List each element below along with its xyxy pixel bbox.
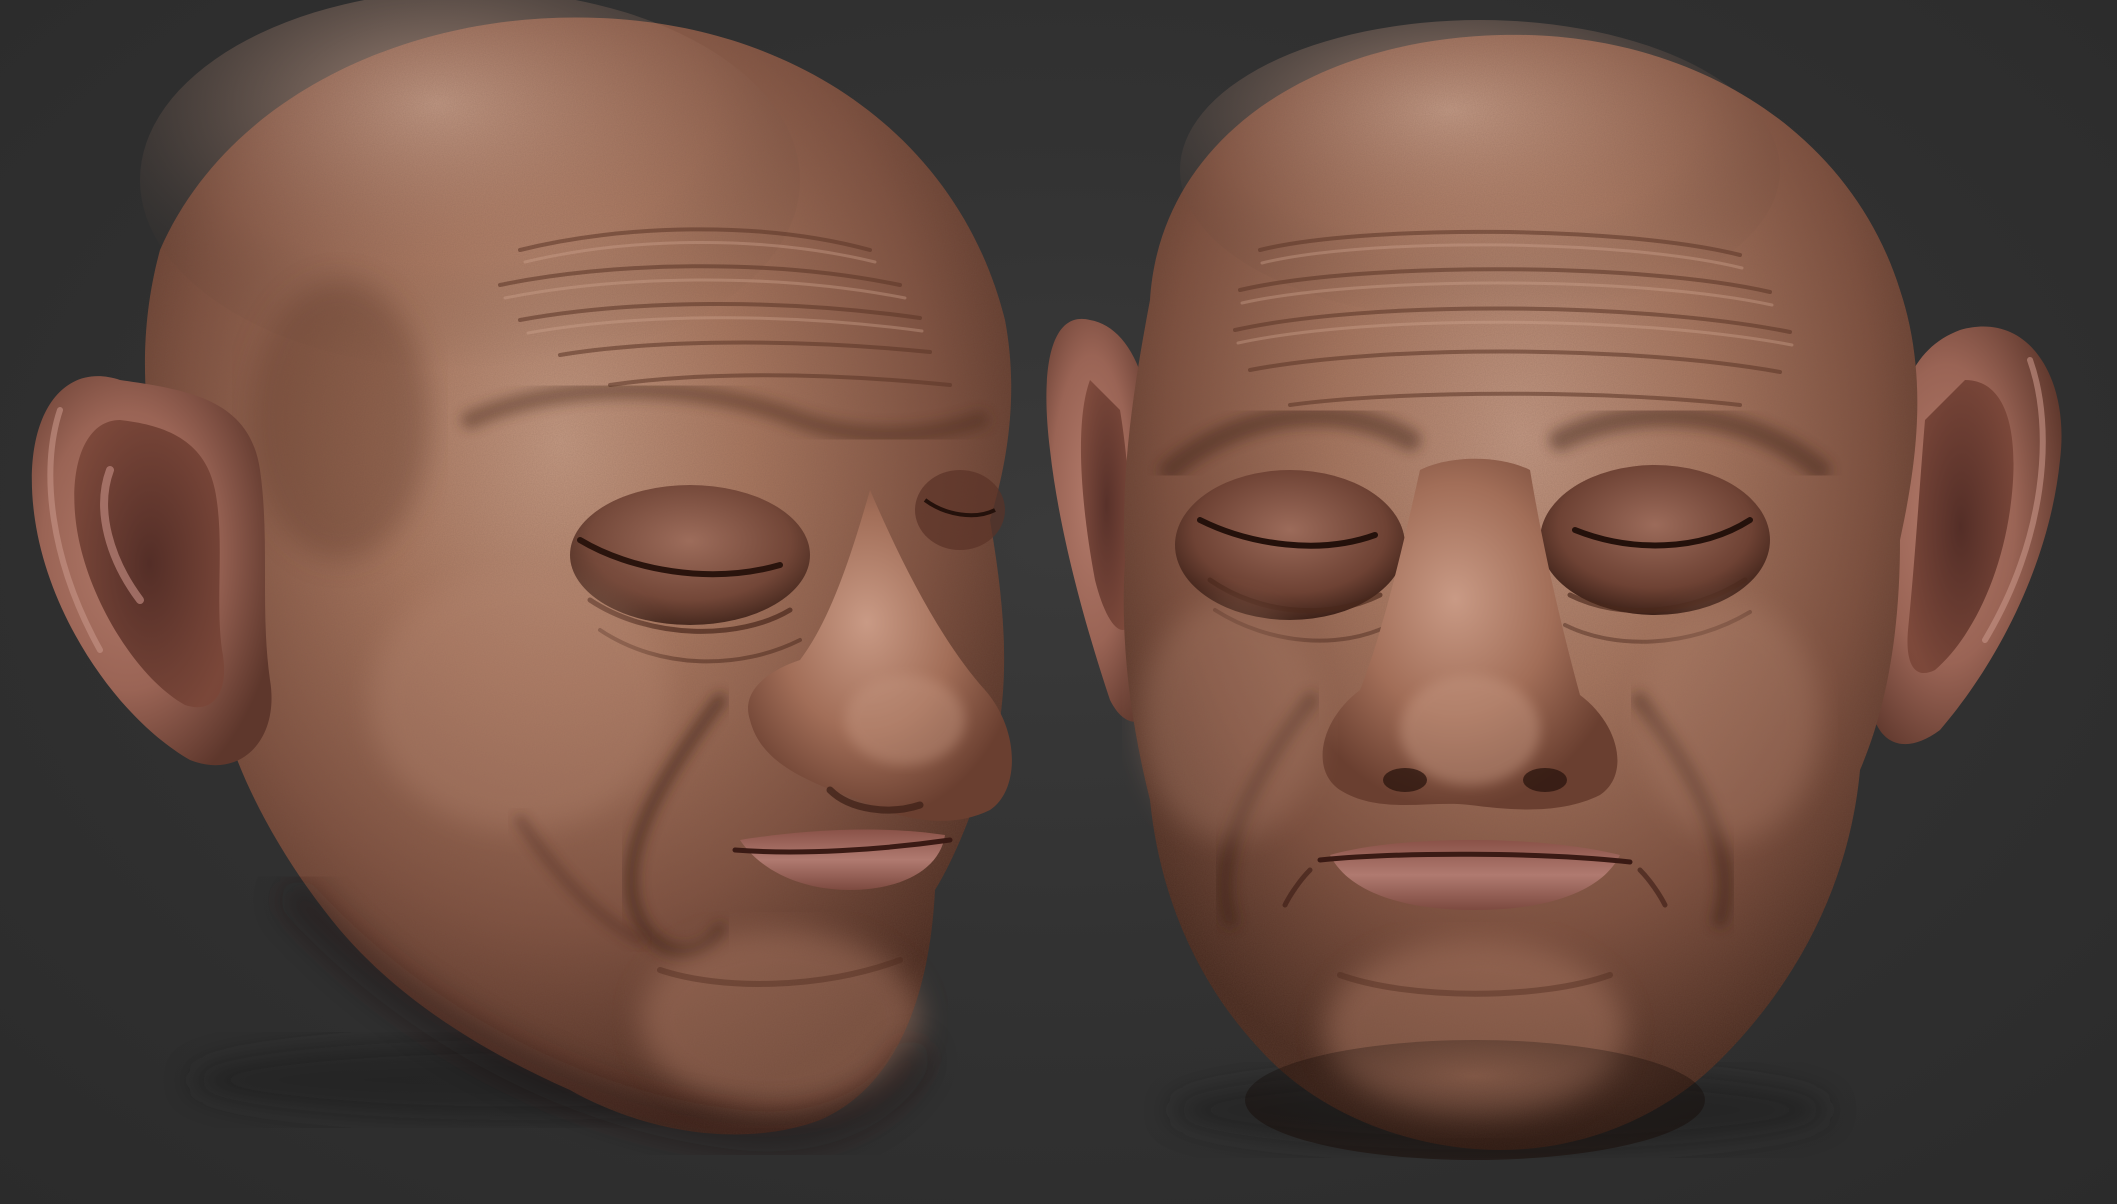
head-front: [1046, 20, 2062, 1160]
sculpt-render: [31, 0, 2062, 1160]
head-three-quarter: [31, 0, 1012, 1152]
ear-left-head: [31, 376, 272, 766]
sculpt-viewport: [0, 0, 2117, 1204]
